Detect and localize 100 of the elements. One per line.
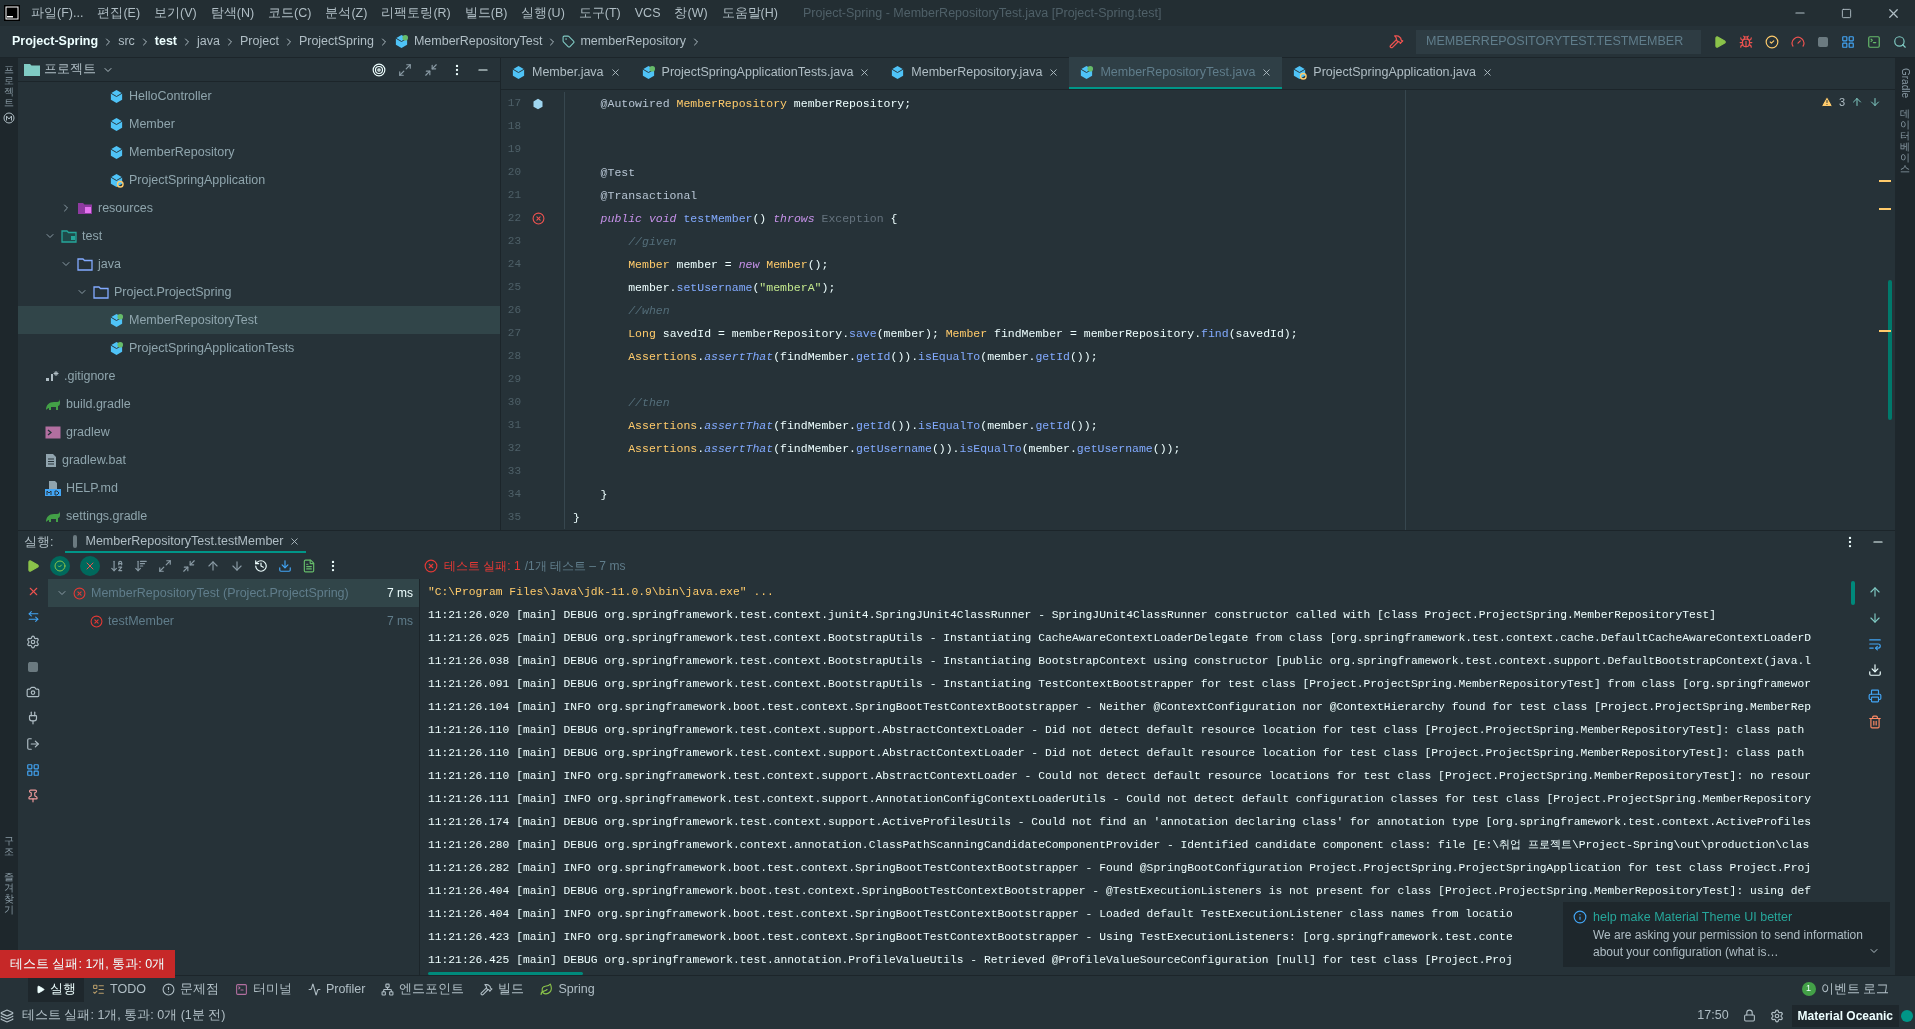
camera-icon[interactable] (26, 685, 40, 699)
close-tab-icon[interactable] (289, 535, 301, 547)
stop-icon[interactable] (27, 661, 39, 673)
tree-item[interactable]: ProjectSpringApplicationTests (18, 334, 500, 362)
wrap-icon[interactable] (1868, 637, 1882, 651)
circle-m-icon[interactable] (3, 112, 15, 124)
sort-duration-icon[interactable] (134, 559, 148, 573)
tool-window-tab[interactable]: Spring (532, 975, 603, 1003)
tree-item[interactable]: ProjectSpringApplication (18, 166, 500, 194)
scroll-to-end-icon[interactable] (1868, 663, 1882, 677)
menu-item[interactable]: 파일(F)... (24, 3, 91, 23)
tree-item[interactable]: Project.ProjectSpring (18, 278, 500, 306)
breadcrumb-item[interactable]: ProjectSpring (298, 32, 374, 51)
database-stripe-tab[interactable]: 데이터베이스 (1900, 108, 1910, 174)
terminal-icon[interactable] (1867, 34, 1881, 49)
menu-item[interactable]: 빌드(B) (457, 3, 515, 23)
expand-all-icon[interactable] (158, 559, 172, 573)
tree-item[interactable]: test (18, 222, 500, 250)
export-icon[interactable] (302, 559, 316, 573)
layers-icon[interactable] (0, 1008, 14, 1023)
tool-window-tab[interactable]: Profiler (299, 975, 374, 1003)
editor-tab[interactable]: Member.java (501, 57, 631, 89)
status-time[interactable]: 17:50 (1697, 1006, 1729, 1025)
next-icon[interactable] (1869, 96, 1881, 109)
tool-window-tab[interactable]: 엔드포인트 (373, 975, 473, 1003)
restore-icon[interactable] (1841, 7, 1852, 19)
expand-all-icon[interactable] (398, 62, 412, 77)
layout-icon[interactable] (26, 763, 40, 777)
error-icon[interactable] (531, 212, 545, 225)
coverage-icon[interactable] (1765, 34, 1779, 49)
menu-item[interactable]: 도움말(H) (714, 3, 785, 23)
menu-item[interactable]: 도구(T) (571, 3, 628, 23)
gear-icon[interactable] (1769, 1008, 1784, 1023)
menu-item[interactable]: 창(W) (667, 3, 715, 23)
tool-window-tab[interactable]: 터미널 (226, 975, 300, 1003)
side-stripe-tab[interactable]: 구조 (4, 835, 14, 857)
tree-item[interactable]: settings.gradle (18, 502, 500, 530)
notification-title[interactable]: help make Material Theme UI better (1593, 908, 1793, 927)
failure-balloon[interactable]: 테스트 실패: 1개, 통과: 0개 (0, 950, 176, 978)
next-icon[interactable] (230, 559, 244, 573)
close-tab-icon[interactable] (859, 66, 871, 78)
breadcrumb-item[interactable]: memberRepository (562, 32, 687, 51)
breadcrumb-item[interactable]: src (118, 32, 135, 51)
gradle-stripe-tab[interactable]: Gradle (1897, 68, 1913, 98)
tool-window-tab[interactable]: 문제점 (153, 975, 227, 1003)
editor-tab[interactable]: ProjectSpringApplication.java (1282, 57, 1503, 89)
tool-window-tab[interactable]: TODO (84, 975, 154, 1003)
tree-item[interactable]: java (18, 250, 500, 278)
rerun-icon[interactable] (26, 559, 40, 573)
project-stripe-tab[interactable]: 프로젝트 (4, 64, 14, 108)
print-icon[interactable] (1868, 689, 1882, 703)
tree-item[interactable]: .gitignore (18, 362, 500, 390)
tree-item[interactable]: HelloController (18, 82, 500, 110)
breadcrumb-item[interactable]: Project (239, 32, 279, 51)
notification-popup[interactable]: help make Material Theme UI better We are asking your permission to send information about your configuration (what is… (1563, 902, 1890, 967)
side-stripe-tab[interactable]: 즐겨찾기 (4, 871, 14, 915)
menu-item[interactable]: 편집(E) (90, 3, 148, 23)
collapse-all-icon[interactable] (424, 62, 438, 77)
menu-item[interactable]: 코드(C) (261, 3, 319, 23)
breadcrumb-item[interactable]: java (197, 32, 220, 51)
close-tab-icon[interactable] (609, 66, 621, 78)
scroll-down-icon[interactable] (1868, 611, 1882, 625)
toggle-icon[interactable] (26, 610, 40, 623)
editor-tab[interactable]: MemberRepository.java (880, 57, 1070, 89)
structure-icon[interactable] (1841, 34, 1855, 49)
tree-item[interactable]: resources (18, 194, 500, 222)
profile-icon[interactable] (1791, 34, 1805, 49)
tree-item[interactable]: build.gradle (18, 390, 500, 418)
search-icon[interactable] (1893, 34, 1907, 49)
plug-icon[interactable] (26, 711, 40, 725)
warning-icon[interactable] (1820, 96, 1833, 109)
settings-icon[interactable] (26, 635, 40, 649)
theme-label[interactable]: Material Oceanic (1791, 1004, 1899, 1027)
scroll-up-icon[interactable] (1868, 585, 1882, 599)
debug-icon[interactable] (1739, 34, 1753, 49)
stop-icon[interactable] (1817, 35, 1829, 48)
menu-item[interactable]: VCS (627, 3, 668, 23)
menu-item[interactable]: 분석(Z) (318, 3, 375, 23)
breadcrumb-item[interactable]: MemberRepositoryTest (393, 32, 543, 51)
close-tab-icon[interactable] (1048, 66, 1060, 78)
panel-title[interactable]: 프로젝트 (44, 60, 96, 79)
history-icon[interactable] (254, 559, 268, 573)
trash-icon[interactable] (1868, 715, 1882, 729)
close-tab-icon[interactable] (1261, 66, 1273, 78)
collapse-all-icon[interactable] (182, 559, 196, 573)
menu-item[interactable]: 탐색(N) (203, 3, 262, 23)
tool-window-tab[interactable]: 빌드 (472, 975, 533, 1003)
import-icon[interactable] (278, 559, 292, 573)
tree-item[interactable]: MemberRepository (18, 138, 500, 166)
editor-tab[interactable]: ProjectSpringApplicationTests.java (630, 57, 881, 89)
pin-icon[interactable] (26, 789, 40, 803)
hammer-icon[interactable] (1389, 34, 1404, 49)
sort-alpha-icon[interactable] (110, 559, 124, 573)
tree-item[interactable]: HELP.md (18, 474, 500, 502)
lock-icon[interactable] (1742, 1009, 1756, 1022)
warning-count[interactable]: 3 (1838, 94, 1845, 111)
close-tab-icon[interactable] (1481, 66, 1493, 78)
menu-item[interactable]: 실행(U) (514, 3, 572, 23)
tree-item[interactable]: Member (18, 110, 500, 138)
breadcrumb-item[interactable]: Project-Spring (12, 32, 99, 51)
